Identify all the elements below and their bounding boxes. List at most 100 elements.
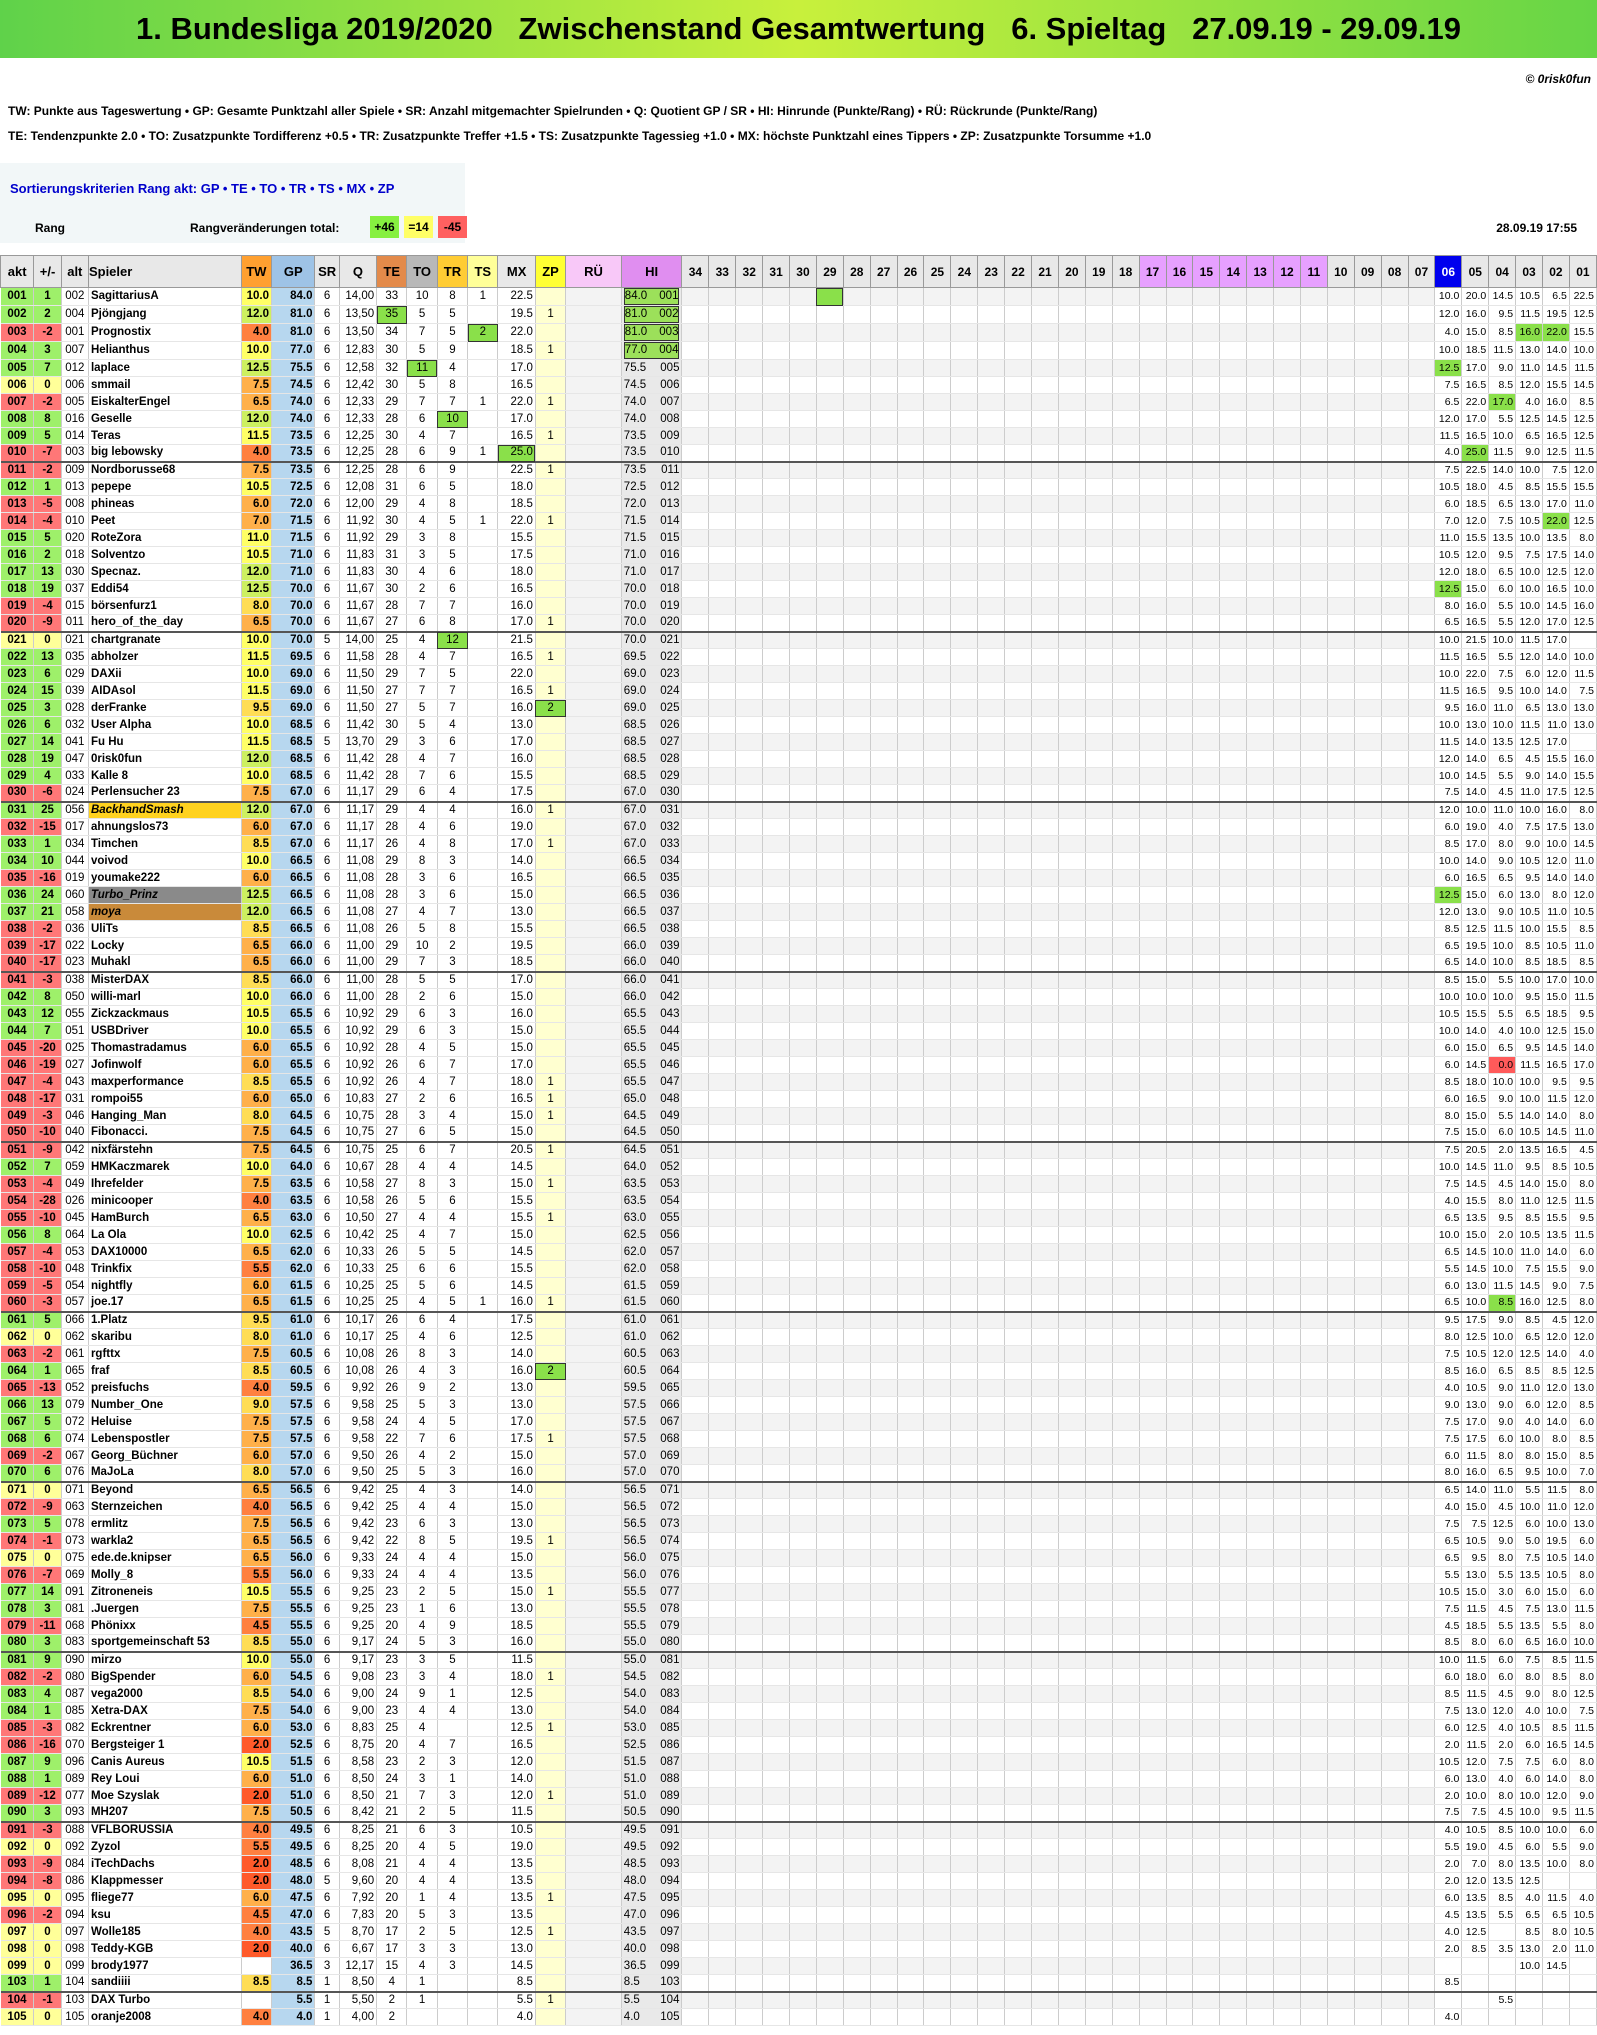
player-name[interactable]: Prognostix: [88, 323, 242, 342]
player-name[interactable]: Specnaz.: [88, 563, 242, 581]
player-name[interactable]: rompoi55: [88, 1090, 242, 1108]
player-name[interactable]: Eckrentner: [88, 1719, 242, 1737]
player-name[interactable]: HamBurch: [88, 1209, 242, 1227]
player-name[interactable]: .Juergen: [88, 1600, 242, 1618]
player-name[interactable]: Molly_8: [88, 1566, 242, 1584]
rr-value: [565, 1158, 622, 1176]
player-name[interactable]: Muhakl: [88, 954, 242, 973]
player-name[interactable]: USBDriver: [88, 1022, 242, 1040]
player-name[interactable]: rgfttx: [88, 1345, 242, 1363]
player-name[interactable]: Fibonacci.: [88, 1124, 242, 1143]
player-name[interactable]: Klappmesser: [88, 1872, 242, 1890]
player-name[interactable]: Moe Szyslak: [88, 1787, 242, 1805]
player-name[interactable]: abholzer: [88, 648, 242, 666]
player-name[interactable]: Peet: [88, 512, 242, 530]
player-name[interactable]: sportgemeinschaft 53: [88, 1634, 242, 1653]
player-name[interactable]: börsenfurz1: [88, 597, 242, 615]
player-name[interactable]: AIDAsol: [88, 682, 242, 700]
player-name[interactable]: BigSpender: [88, 1668, 242, 1686]
player-name[interactable]: MisterDAX: [88, 971, 242, 989]
player-name[interactable]: laplace: [88, 359, 242, 377]
player-name[interactable]: big lebowsky: [88, 444, 242, 463]
player-name[interactable]: hero_of_the_day: [88, 614, 242, 633]
player-name[interactable]: Xetra-DAX: [88, 1702, 242, 1720]
player-name[interactable]: Nordborusse68: [88, 461, 242, 479]
player-name[interactable]: Beyond: [88, 1481, 242, 1499]
player-name[interactable]: minicooper: [88, 1192, 242, 1210]
round-cell-empty: [1085, 1005, 1113, 1023]
player-name[interactable]: Georg_Büchner: [88, 1447, 242, 1465]
player-name[interactable]: Rey Loui: [88, 1770, 242, 1788]
player-name[interactable]: voivod: [88, 852, 242, 870]
player-name[interactable]: Canis Aureus: [88, 1753, 242, 1771]
player-name[interactable]: VFLBORUSSIA: [88, 1821, 242, 1839]
player-name[interactable]: Teras: [88, 427, 242, 445]
player-name[interactable]: Jofinwolf: [88, 1056, 242, 1074]
player-name[interactable]: chartgranate: [88, 631, 242, 649]
player-name[interactable]: phineas: [88, 495, 242, 513]
player-name[interactable]: BackhandSmash: [88, 801, 242, 819]
player-name[interactable]: nixfärstehn: [88, 1141, 242, 1159]
player-name[interactable]: DAXii: [88, 665, 242, 683]
player-name[interactable]: Eddi54: [88, 580, 242, 598]
player-name[interactable]: warkla2: [88, 1532, 242, 1550]
player-name[interactable]: RoteZora: [88, 529, 242, 547]
player-name[interactable]: skaribu: [88, 1328, 242, 1346]
player-name[interactable]: maxperformance: [88, 1073, 242, 1091]
player-name[interactable]: mirzo: [88, 1651, 242, 1669]
player-name[interactable]: 1.Platz: [88, 1311, 242, 1329]
round-cell-empty: [1246, 1447, 1275, 1465]
player-name[interactable]: Zitroneneis: [88, 1583, 242, 1601]
player-name[interactable]: Pjöngjang: [88, 305, 242, 324]
player-name[interactable]: Bergsteiger 1: [88, 1736, 242, 1754]
player-name[interactable]: 0risk0fun: [88, 750, 242, 768]
player-name[interactable]: iTechDachs: [88, 1855, 242, 1873]
zp-value: [535, 971, 567, 989]
player-name[interactable]: ahnungslos73: [88, 818, 242, 836]
player-name[interactable]: User Alpha: [88, 716, 242, 734]
player-name[interactable]: Hanging_Man: [88, 1107, 242, 1125]
player-name[interactable]: Phönixx: [88, 1617, 242, 1635]
player-name[interactable]: fraf: [88, 1362, 242, 1380]
player-name[interactable]: Sternzeichen: [88, 1498, 242, 1516]
player-name[interactable]: SagittariusA: [88, 287, 242, 306]
player-name[interactable]: joe.17: [88, 1294, 242, 1313]
player-name[interactable]: Thomastradamus: [88, 1039, 242, 1057]
player-name[interactable]: Timchen: [88, 835, 242, 853]
player-name[interactable]: MH207: [88, 1804, 242, 1823]
player-name[interactable]: DAX10000: [88, 1243, 242, 1261]
player-name[interactable]: Zyzol: [88, 1838, 242, 1856]
player-name[interactable]: EiskalterEngel: [88, 393, 242, 411]
player-name[interactable]: youmake222: [88, 869, 242, 887]
player-name[interactable]: Lebenspostler: [88, 1430, 242, 1448]
player-name[interactable]: Helianthus: [88, 341, 242, 360]
player-name[interactable]: smmail: [88, 376, 242, 394]
player-name[interactable]: moya: [88, 903, 242, 921]
player-name[interactable]: MaJoLa: [88, 1464, 242, 1483]
player-name[interactable]: nightfly: [88, 1277, 242, 1295]
player-name[interactable]: Fu Hu: [88, 733, 242, 751]
player-name[interactable]: pepepe: [88, 478, 242, 496]
player-name[interactable]: La Ola: [88, 1226, 242, 1244]
round-cell-empty: [977, 835, 1006, 853]
player-name[interactable]: UliTs: [88, 920, 242, 938]
player-name[interactable]: Solventzo: [88, 546, 242, 564]
player-name[interactable]: Perlensucher 23: [88, 784, 242, 803]
player-name[interactable]: Heluise: [88, 1413, 242, 1431]
player-name[interactable]: ermlitz: [88, 1515, 242, 1533]
player-name[interactable]: HMKaczmarek: [88, 1158, 242, 1176]
player-name[interactable]: Zickzackmaus: [88, 1005, 242, 1023]
player-name[interactable]: Trinkfix: [88, 1260, 242, 1278]
player-name[interactable]: Number_One: [88, 1396, 242, 1414]
player-name[interactable]: Geselle: [88, 410, 242, 428]
player-name[interactable]: Ihrefelder: [88, 1175, 242, 1193]
player-name[interactable]: ede.de.knipser: [88, 1549, 242, 1567]
player-name[interactable]: Locky: [88, 937, 242, 955]
te-value: 30: [376, 376, 408, 394]
player-name[interactable]: Turbo_Prinz: [88, 886, 242, 904]
player-name[interactable]: vega2000: [88, 1685, 242, 1703]
player-name[interactable]: Kalle 8: [88, 767, 242, 785]
player-name[interactable]: willi-marl: [88, 988, 242, 1006]
player-name[interactable]: preisfuchs: [88, 1379, 242, 1397]
player-name[interactable]: derFranke: [88, 699, 242, 717]
